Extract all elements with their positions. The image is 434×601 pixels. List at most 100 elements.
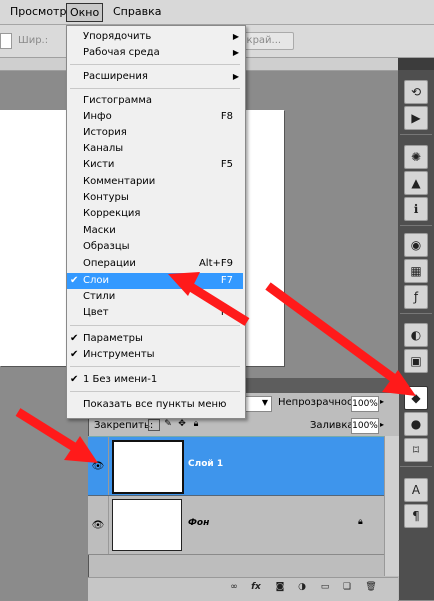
fx-icon[interactable]: fx — [250, 581, 262, 593]
checkmark-icon: ✔ — [70, 374, 79, 385]
chevron-down-icon[interactable]: ▼ — [260, 396, 270, 410]
lock-position-icon[interactable]: ✥ — [177, 419, 187, 429]
menu-item-adjustments[interactable]: Коррекция — [67, 206, 243, 222]
menu-item-extensions[interactable]: Расширения ▶ — [67, 69, 243, 85]
menu-item-comments[interactable]: Комментарии — [67, 174, 243, 190]
layers-scrollbar[interactable] — [384, 436, 399, 576]
menu-item-shortcut: F8 — [220, 111, 233, 122]
menu-item-options[interactable]: ✔ Параметры — [67, 331, 243, 347]
menu-item-label: Каналы — [83, 143, 124, 154]
lock-icon: 🔒︎ — [358, 517, 363, 527]
menu-item-styles[interactable]: Стили — [67, 289, 243, 305]
fill-arrow-icon[interactable]: ▸ — [380, 420, 384, 429]
paragraph-icon[interactable]: ¶ — [404, 504, 428, 528]
link-icon[interactable]: ∞ — [228, 581, 240, 593]
menu-item-paths[interactable]: Контуры — [67, 190, 243, 206]
lock-transparency-icon[interactable] — [148, 419, 160, 431]
trash-icon[interactable]: 🗑︎ — [365, 581, 377, 593]
history-icon[interactable]: ⟲ — [404, 80, 428, 104]
menu-item-histogram[interactable]: Гистограмма — [67, 93, 243, 109]
eye-icon[interactable]: 👁︎ — [88, 437, 109, 495]
dock-separator — [400, 134, 432, 135]
dock-collapse-bar[interactable] — [398, 58, 434, 70]
lock-pixels-icon[interactable]: ✎ — [163, 419, 173, 429]
menu-item-arrange[interactable]: Упорядочить ▶ — [67, 29, 243, 45]
menu-separator — [70, 88, 240, 89]
opacity-arrow-icon[interactable]: ▸ — [380, 397, 384, 406]
menu-item-workspace[interactable]: Рабочая среда ▶ — [67, 45, 243, 61]
menu-help[interactable]: Справка — [109, 3, 165, 21]
layer-thumbnail — [112, 499, 182, 551]
menu-item-label: Слои — [83, 275, 109, 286]
menu-item-history[interactable]: История — [67, 125, 243, 141]
layers-icon[interactable]: ◆ — [404, 386, 428, 410]
menu-item-label: Инструменты — [83, 349, 155, 360]
layer-thumbnail — [112, 440, 184, 494]
styles-fx-icon[interactable]: ƒ — [404, 285, 428, 309]
fill-field[interactable]: 100% — [351, 418, 379, 434]
fill-label: Заливка: — [310, 420, 357, 431]
checkmark-icon: ✔ — [70, 333, 79, 344]
menu-item-label: Коррекция — [83, 208, 141, 219]
info-icon[interactable]: ℹ — [404, 197, 428, 221]
lock-all-icon[interactable]: 🔒︎ — [191, 419, 201, 429]
menu-separator — [70, 64, 240, 65]
mask-icon[interactable]: ◙ — [274, 581, 286, 593]
dock-separator — [400, 466, 432, 467]
menu-bar: Просмотр Окно Справка — [0, 0, 434, 25]
layer-row[interactable]: 👁︎ Фон 🔒︎ — [88, 496, 384, 555]
menu-item-show-all[interactable]: Показать все пункты меню — [67, 397, 243, 413]
menu-item-label: 1 Без имени-1 — [83, 374, 158, 385]
menu-window[interactable]: Окно — [66, 3, 104, 22]
menu-item-label: Комментарии — [83, 176, 156, 187]
width-label: Шир.: — [18, 35, 49, 46]
menu-item-actions[interactable]: Операции Alt+F9 — [67, 256, 243, 272]
submenu-arrow-icon: ▶ — [232, 72, 239, 81]
menu-item-label: История — [83, 127, 127, 138]
checkmark-icon: ✔ — [70, 275, 79, 286]
new-layer-icon[interactable]: ❏ — [341, 581, 353, 593]
swatches-icon[interactable]: ◉ — [404, 233, 428, 257]
menu-item-label: Маски — [83, 225, 116, 236]
menu-item-color[interactable]: Цвет F6 — [67, 305, 243, 321]
menu-view[interactable]: Просмотр — [6, 3, 70, 21]
menu-item-masks[interactable]: Маски — [67, 223, 243, 239]
dock-separator — [400, 225, 432, 226]
histogram-icon[interactable]: ▲ — [404, 171, 428, 195]
menu-item-channels[interactable]: Каналы — [67, 141, 243, 157]
checkmark-icon: ✔ — [70, 349, 79, 360]
channels-icon[interactable]: ● — [404, 412, 428, 436]
menu-item-brushes[interactable]: Кисти F5 — [67, 157, 243, 173]
opacity-field[interactable]: 100% — [351, 396, 379, 412]
layer-name: Фон — [188, 518, 210, 528]
menu-item-swatches[interactable]: Образцы — [67, 239, 243, 255]
character-icon[interactable]: A — [404, 478, 428, 502]
menu-item-tools[interactable]: ✔ Инструменты — [67, 347, 243, 363]
submenu-arrow-icon: ▶ — [232, 32, 239, 41]
menu-separator — [70, 391, 240, 392]
adjustments-icon[interactable]: ◐ — [404, 323, 428, 347]
adjustment-icon[interactable]: ◑ — [296, 581, 308, 593]
paths-icon[interactable]: ⌑ — [404, 438, 428, 462]
navigator-icon[interactable]: ✺ — [404, 145, 428, 169]
menu-item-info[interactable]: Инфо F8 — [67, 109, 243, 125]
menu-item-shortcut: F5 — [220, 159, 233, 170]
menu-item-document[interactable]: ✔ 1 Без имени-1 — [67, 372, 243, 388]
group-icon[interactable]: ▭ — [319, 581, 331, 593]
eye-icon[interactable]: 👁︎ — [88, 496, 109, 554]
menu-separator — [70, 366, 240, 367]
grid-icon[interactable]: ▦ — [404, 259, 428, 283]
dock-separator — [400, 313, 432, 314]
menu-item-label: Операции — [83, 258, 136, 269]
actions-play-icon[interactable]: ▶ — [404, 106, 428, 130]
menu-item-label: Кисти — [83, 159, 115, 170]
menu-item-label: Образцы — [83, 241, 130, 252]
menu-item-label: Рабочая среда — [83, 47, 160, 58]
options-field[interactable] — [0, 33, 12, 49]
menu-item-label: Параметры — [83, 333, 143, 344]
menu-item-layers[interactable]: ✔ Слои F7 — [67, 273, 243, 289]
masks-icon[interactable]: ▣ — [404, 349, 428, 373]
layer-row[interactable]: 👁︎ Слой 1 — [88, 436, 384, 496]
menu-item-shortcut: F6 — [220, 307, 233, 318]
menu-item-label: Показать все пункты меню — [83, 399, 227, 410]
